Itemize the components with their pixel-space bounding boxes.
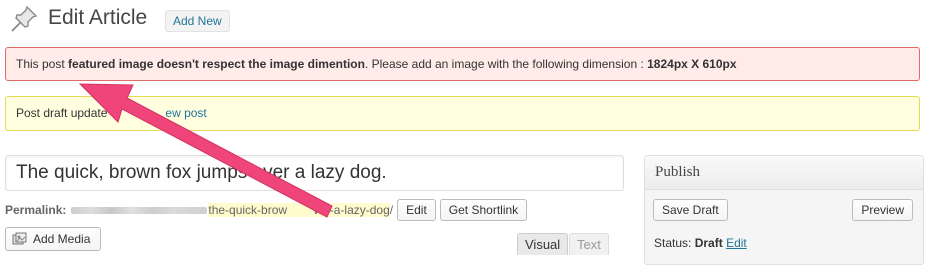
permalink-row: Permalink: the-quick-brow ver-a-lazy-dog /…: [5, 199, 528, 221]
page-title: Edit Article: [48, 6, 148, 29]
pushpin-icon: [11, 5, 38, 32]
permalink-edit-button[interactable]: Edit: [397, 199, 436, 221]
tab-visual[interactable]: Visual: [517, 233, 569, 255]
permalink-slug-end: ver-a-lazy-dog: [313, 203, 390, 217]
add-media-button[interactable]: Add Media: [5, 227, 102, 251]
permalink-label: Permalink:: [5, 203, 67, 217]
tab-text[interactable]: Text: [569, 233, 609, 255]
permalink-slug[interactable]: the-quick-brow ver-a-lazy-dog: [208, 203, 390, 217]
permalink-separator: /: [389, 203, 394, 217]
error-notice-middle: . Please add an image with the following…: [364, 57, 648, 71]
status-label: Status:: [654, 236, 692, 250]
updated-notice-text: Post draft update: [16, 106, 108, 120]
view-post-link[interactable]: ew post: [165, 106, 206, 120]
error-notice-prefix: This post: [16, 57, 69, 71]
publish-box: Publish Save Draft Preview Status: Draft…: [644, 155, 924, 265]
permalink-slug-start: the-quick-brow: [208, 203, 288, 217]
post-status: Status: Draft Edit: [654, 236, 747, 250]
updated-notice: Post draft update ew post: [5, 96, 920, 131]
status-edit-link[interactable]: Edit: [726, 236, 747, 250]
preview-button[interactable]: Preview: [852, 199, 913, 221]
media-icon: [12, 232, 27, 245]
status-value: Draft: [694, 236, 723, 250]
save-draft-button[interactable]: Save Draft: [653, 199, 728, 221]
add-new-button[interactable]: Add New: [165, 10, 230, 32]
post-title-input[interactable]: [5, 155, 624, 191]
add-media-label: Add Media: [33, 232, 91, 246]
permalink-base-url-blurred: [71, 206, 208, 214]
error-notice: This post featured image doesn't respect…: [5, 47, 920, 81]
error-notice-bold: featured image doesn't respect the image…: [68, 57, 365, 71]
error-notice-dimension: 1824px X 610px: [647, 57, 737, 71]
publish-box-title: Publish: [645, 156, 923, 190]
get-shortlink-button[interactable]: Get Shortlink: [439, 199, 528, 221]
